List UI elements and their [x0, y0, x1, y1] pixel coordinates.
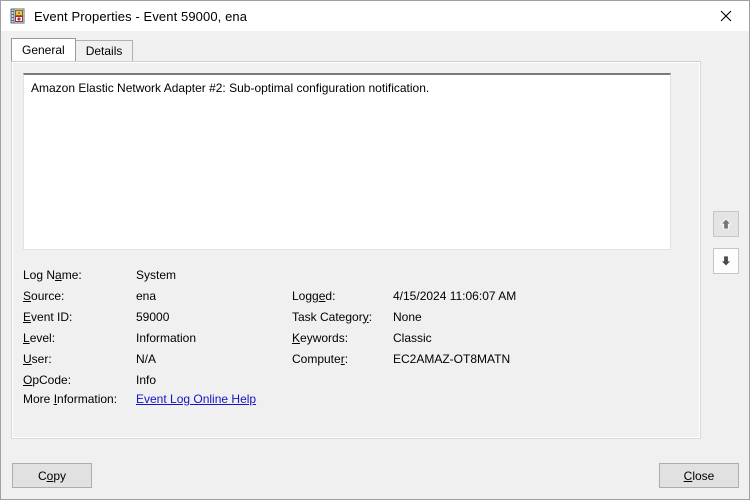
field-logged-value: 4/15/2024 11:06:07 AM: [393, 289, 516, 303]
event-properties-dialog: Event Properties - Event 59000, ena Gene…: [0, 0, 750, 500]
next-event-button[interactable]: [713, 248, 739, 274]
close-icon[interactable]: [703, 1, 749, 31]
field-user-value: N/A: [136, 352, 156, 366]
arrow-up-icon: [719, 217, 733, 231]
tab-general[interactable]: General: [11, 38, 76, 61]
field-log-name-label: Log Name:: [23, 268, 136, 282]
tab-details[interactable]: Details: [75, 40, 134, 61]
more-information-row: More Information: Event Log Online Help: [23, 392, 256, 406]
field-level-label: Level:: [23, 331, 136, 345]
field-user-label: User:: [23, 352, 136, 366]
field-level-value: Information: [136, 331, 196, 345]
field-log-name: Log Name: System: [23, 264, 273, 285]
previous-event-button[interactable]: [713, 211, 739, 237]
close-button[interactable]: Close: [659, 463, 739, 488]
field-logged-label: Logged:: [292, 289, 393, 303]
field-source: Source: ena: [23, 285, 273, 306]
field-keywords-value: Classic: [393, 331, 432, 345]
field-keywords: Keywords: Classic: [292, 327, 592, 348]
field-source-label: Source:: [23, 289, 136, 303]
field-task-category-label: Task Category:: [292, 310, 393, 324]
copy-button[interactable]: Copy: [12, 463, 92, 488]
event-message-text: Amazon Elastic Network Adapter #2: Sub-o…: [24, 75, 670, 96]
close-button-label: Close: [684, 469, 715, 483]
field-source-value: ena: [136, 289, 156, 303]
field-task-category: Task Category: None: [292, 306, 592, 327]
field-event-id-value: 59000: [136, 310, 169, 324]
field-event-id-label: Event ID:: [23, 310, 136, 324]
window-title: Event Properties - Event 59000, ena: [34, 9, 247, 24]
field-task-category-value: None: [393, 310, 422, 324]
field-log-name-value: System: [136, 268, 176, 282]
field-logged: Logged: 4/15/2024 11:06:07 AM: [292, 285, 592, 306]
event-message-box[interactable]: Amazon Elastic Network Adapter #2: Sub-o…: [23, 73, 671, 250]
field-opcode-label: OpCode:: [23, 373, 136, 387]
arrow-down-icon: [719, 254, 733, 268]
field-computer: Computer: EC2AMAZ-OT8MATN: [292, 348, 592, 369]
event-field-column-right: Logged: 4/15/2024 11:06:07 AM Task Categ…: [292, 285, 592, 369]
field-opcode: OpCode: Info: [23, 369, 273, 390]
tab-general-label: General: [22, 43, 65, 57]
field-computer-value: EC2AMAZ-OT8MATN: [393, 352, 510, 366]
tab-details-label: Details: [86, 44, 123, 58]
field-user: User: N/A: [23, 348, 273, 369]
field-computer-label: Computer:: [292, 352, 393, 366]
event-log-icon: [10, 8, 26, 24]
field-keywords-label: Keywords:: [292, 331, 393, 345]
tab-strip: General Details: [11, 39, 132, 61]
copy-button-label: Copy: [38, 469, 66, 483]
event-field-column-left: Log Name: System Source: ena Event ID: 5…: [23, 264, 273, 390]
event-log-online-help-link[interactable]: Event Log Online Help: [136, 392, 256, 406]
field-opcode-value: Info: [136, 373, 156, 387]
field-level: Level: Information: [23, 327, 273, 348]
more-information-label: More Information:: [23, 392, 136, 406]
field-event-id: Event ID: 59000: [23, 306, 273, 327]
general-tab-panel: Amazon Elastic Network Adapter #2: Sub-o…: [11, 61, 701, 439]
title-bar: Event Properties - Event 59000, ena: [1, 1, 749, 31]
